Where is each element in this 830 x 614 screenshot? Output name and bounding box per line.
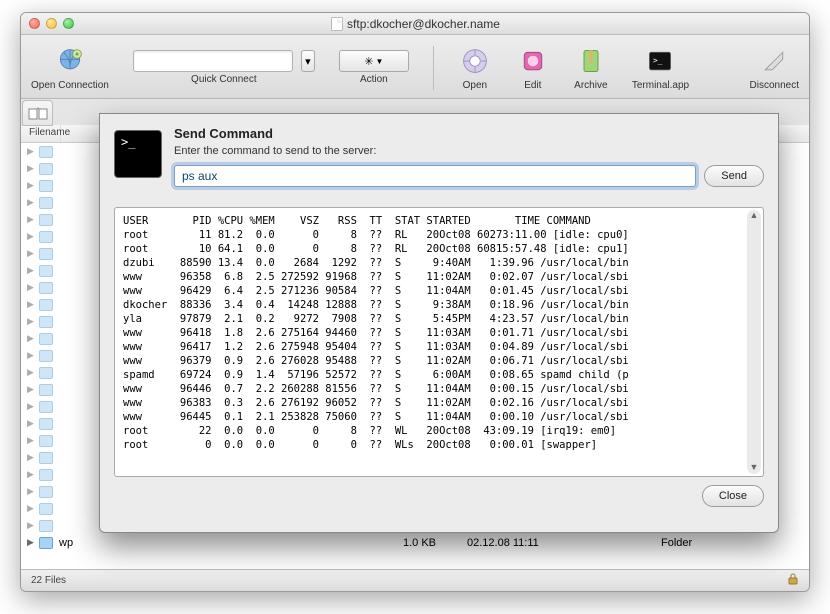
filename-column[interactable]: Filename [21, 125, 61, 142]
window-title: sftp:dkocher@dkocher.name [80, 17, 751, 31]
command-input[interactable] [174, 165, 696, 187]
toolbar-label: Archive [574, 80, 607, 91]
toolbar-label: Open [463, 80, 487, 91]
disconnect-button[interactable] [757, 44, 791, 78]
edit-button[interactable] [516, 44, 550, 78]
main-window: sftp:dkocher@dkocher.name Open Connectio… [20, 12, 810, 592]
toolbar-separator [433, 46, 434, 90]
toolbar-label: Open Connection [31, 80, 109, 91]
filename-cell: wp [59, 537, 399, 549]
date-cell: 02.12.08 11:11 [467, 537, 587, 549]
scroll-down-icon[interactable]: ▼ [750, 462, 759, 474]
size-cell: 1.0 KB [403, 537, 463, 549]
output-text: USER PID %CPU %MEM VSZ RSS TT STAT START… [115, 208, 763, 458]
file-count-label: 22 Files [31, 575, 66, 586]
titlebar: sftp:dkocher@dkocher.name [21, 13, 809, 35]
toolbar-label: Quick Connect [191, 74, 257, 85]
status-bar: 22 Files [21, 569, 809, 591]
gear-icon: ✳︎ [364, 55, 373, 68]
archive-button[interactable] [574, 44, 608, 78]
action-button[interactable]: ✳︎▼ [339, 50, 409, 72]
toolbar-label: Disconnect [750, 80, 799, 91]
sheet-title: Send Command [174, 126, 764, 141]
scroll-up-icon[interactable]: ▲ [750, 210, 759, 222]
zoom-window-button[interactable] [63, 18, 74, 29]
toolbar-label: Action [360, 74, 388, 85]
terminal-icon [114, 130, 162, 178]
sheet-prompt: Enter the command to send to the server: [174, 145, 764, 157]
close-button[interactable]: Close [702, 485, 764, 507]
send-button[interactable]: Send [704, 165, 764, 187]
svg-text:>_: >_ [653, 56, 663, 65]
kind-cell: Folder [661, 537, 741, 549]
send-command-sheet: Send Command Enter the command to send t… [99, 113, 779, 533]
toolbar-label: Edit [524, 80, 541, 91]
disclosure-triangle-icon[interactable]: ▶ [27, 537, 35, 548]
folder-icon [39, 537, 53, 549]
open-connection-button[interactable] [53, 44, 87, 78]
quick-connect-combo[interactable] [133, 50, 293, 72]
close-window-button[interactable] [29, 18, 40, 29]
command-output: USER PID %CPU %MEM VSZ RSS TT STAT START… [114, 207, 764, 477]
scrollbar[interactable]: ▲ ▼ [747, 210, 761, 474]
open-file-button[interactable] [458, 44, 492, 78]
bookmarks-toggle[interactable] [22, 100, 53, 126]
quick-connect-dropdown[interactable]: ▾ [301, 50, 315, 72]
toolbar: Open Connection ▾ Quick Connect ✳︎▼ Acti… [21, 35, 809, 99]
minimize-window-button[interactable] [46, 18, 57, 29]
lock-icon [787, 573, 799, 588]
document-proxy-icon [331, 17, 343, 31]
window-controls [29, 18, 74, 29]
terminal-button[interactable]: >_ [643, 44, 677, 78]
toolbar-label: Terminal.app [632, 80, 689, 91]
table-row[interactable]: ▶ wp 1.0 KB 02.12.08 11:11 Folder [21, 534, 809, 551]
